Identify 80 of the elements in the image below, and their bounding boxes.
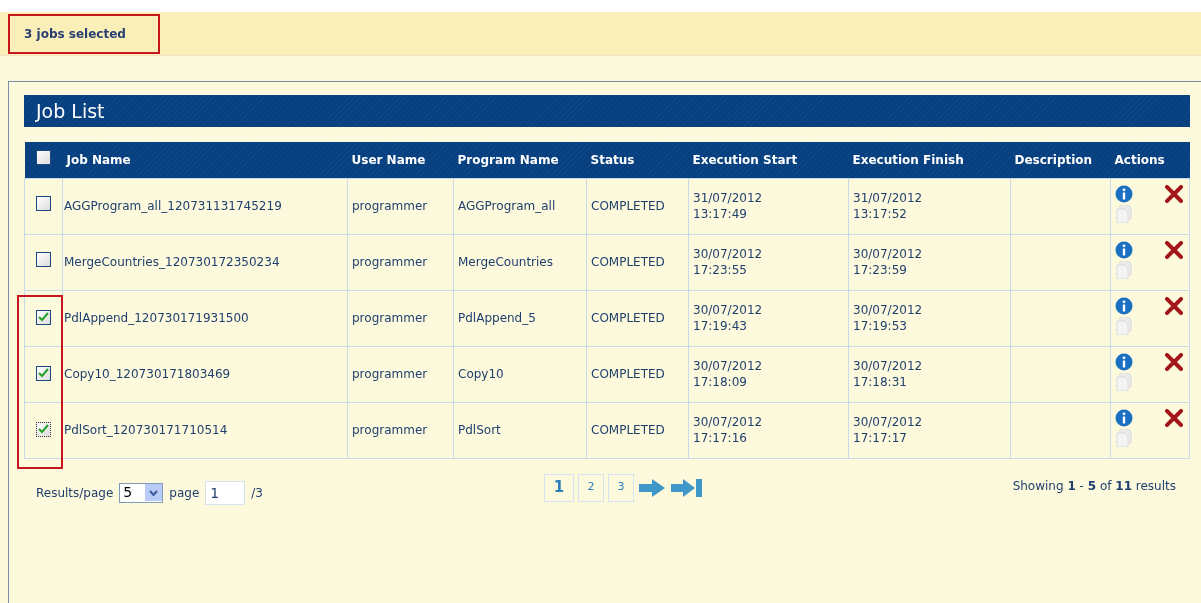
table-cell-text: 31/07/2012 (693, 190, 764, 206)
per-page-select[interactable]: 5 (119, 482, 164, 503)
table-cell: programmer (352, 311, 428, 325)
table-cell-text: 30/07/2012 (853, 302, 924, 318)
check-icon (38, 424, 49, 434)
column-header: User Name (351, 152, 426, 167)
column-header: Execution Finish (852, 152, 964, 167)
page-label: page (169, 484, 200, 502)
table-cell: COMPLETED (591, 255, 665, 269)
checkbox[interactable] (36, 421, 51, 437)
table-cell-text: 30/07/2012 (693, 414, 764, 430)
table-cell-text: 17:17:16 (693, 430, 748, 446)
delete-icon[interactable] (1165, 408, 1183, 427)
column-header: Status (590, 152, 635, 167)
page-total: /3 (251, 484, 263, 502)
table-cell: Copy10_120730171803469 (64, 367, 231, 381)
checkbox[interactable] (36, 309, 51, 325)
delete-icon[interactable] (1165, 240, 1183, 259)
table-cell-text: 30/07/2012 (853, 414, 924, 430)
table-cell-text: 17:17:17 (853, 430, 908, 446)
table-cell-text: 30/07/2012 (693, 302, 764, 318)
column-header: Actions (1114, 152, 1165, 167)
checkbox[interactable] (36, 149, 51, 165)
table-cell: PdlSort (458, 423, 501, 437)
table-cell: COMPLETED (591, 367, 665, 381)
table-cell-text: 30/07/2012 (853, 246, 924, 262)
delete-icon[interactable] (1165, 296, 1183, 315)
page-link[interactable]: 2 (578, 473, 604, 502)
table-cell-text: 17:23:55 (693, 262, 748, 278)
page-link[interactable]: 1 (544, 473, 574, 502)
table-cell: Copy10 (458, 367, 504, 381)
checkbox[interactable] (36, 365, 51, 381)
table-cell-text: 30/07/2012 (693, 358, 764, 374)
table-cell-text: 17:23:59 (853, 262, 908, 278)
checkbox[interactable] (36, 196, 51, 211)
next-page-icon[interactable] (638, 477, 666, 498)
check-icon (38, 368, 49, 378)
table-cell-text: 13:17:49 (693, 206, 748, 222)
table-cell: PdlSort_120730171710514 (64, 423, 228, 437)
table-cell: PdlAppend_120730171931500 (64, 311, 249, 325)
table-cell: AGGProgram_all (458, 199, 556, 213)
results-summary: Showing 1 - 5 of 11 results (1012, 477, 1176, 495)
info-icon[interactable] (1115, 296, 1133, 315)
page-link[interactable]: 3 (608, 473, 634, 502)
table-cell: AGGProgram_all_120731131745219 (64, 199, 282, 213)
table-cell: MergeCountries (458, 255, 553, 269)
table-cell-text: 31/07/2012 (853, 190, 924, 206)
table-cell: COMPLETED (591, 311, 665, 325)
table-cell: COMPLETED (591, 199, 665, 213)
column-header: Program Name (457, 152, 559, 167)
panel-title: Job List (36, 98, 105, 124)
table-cell-text: 17:19:43 (693, 318, 748, 334)
info-icon[interactable] (1115, 184, 1133, 203)
checkbox[interactable] (36, 252, 51, 267)
table-cell: programmer (352, 367, 428, 381)
selection-status: 3 jobs selected (24, 25, 126, 43)
column-header: Job Name (66, 152, 131, 167)
table-cell: programmer (352, 423, 428, 437)
table-cell-text: 30/07/2012 (693, 246, 764, 262)
page-input[interactable]: 1 (205, 480, 246, 505)
results-per-page-label: Results/page (36, 484, 114, 502)
info-icon[interactable] (1115, 352, 1133, 371)
table-cell-text: 17:18:09 (693, 374, 748, 390)
table-cell-text: 17:19:53 (853, 318, 908, 334)
delete-icon[interactable] (1165, 352, 1183, 371)
check-icon (38, 312, 49, 322)
info-icon[interactable] (1115, 408, 1133, 427)
info-icon[interactable] (1115, 240, 1133, 259)
column-header: Description (1014, 152, 1093, 167)
table-cell: programmer (352, 255, 428, 269)
table-cell: COMPLETED (591, 423, 665, 437)
table-cell-text: 17:18:31 (853, 374, 908, 390)
table-cell-text: 13:17:52 (853, 206, 908, 222)
last-page-icon[interactable] (670, 477, 704, 498)
delete-icon[interactable] (1165, 184, 1183, 203)
table-cell: programmer (352, 199, 428, 213)
column-header: Execution Start (692, 152, 798, 167)
table-cell: MergeCountries_120730172350234 (64, 255, 280, 269)
table-cell-text: 30/07/2012 (853, 358, 924, 374)
table-cell: PdlAppend_5 (458, 311, 536, 325)
